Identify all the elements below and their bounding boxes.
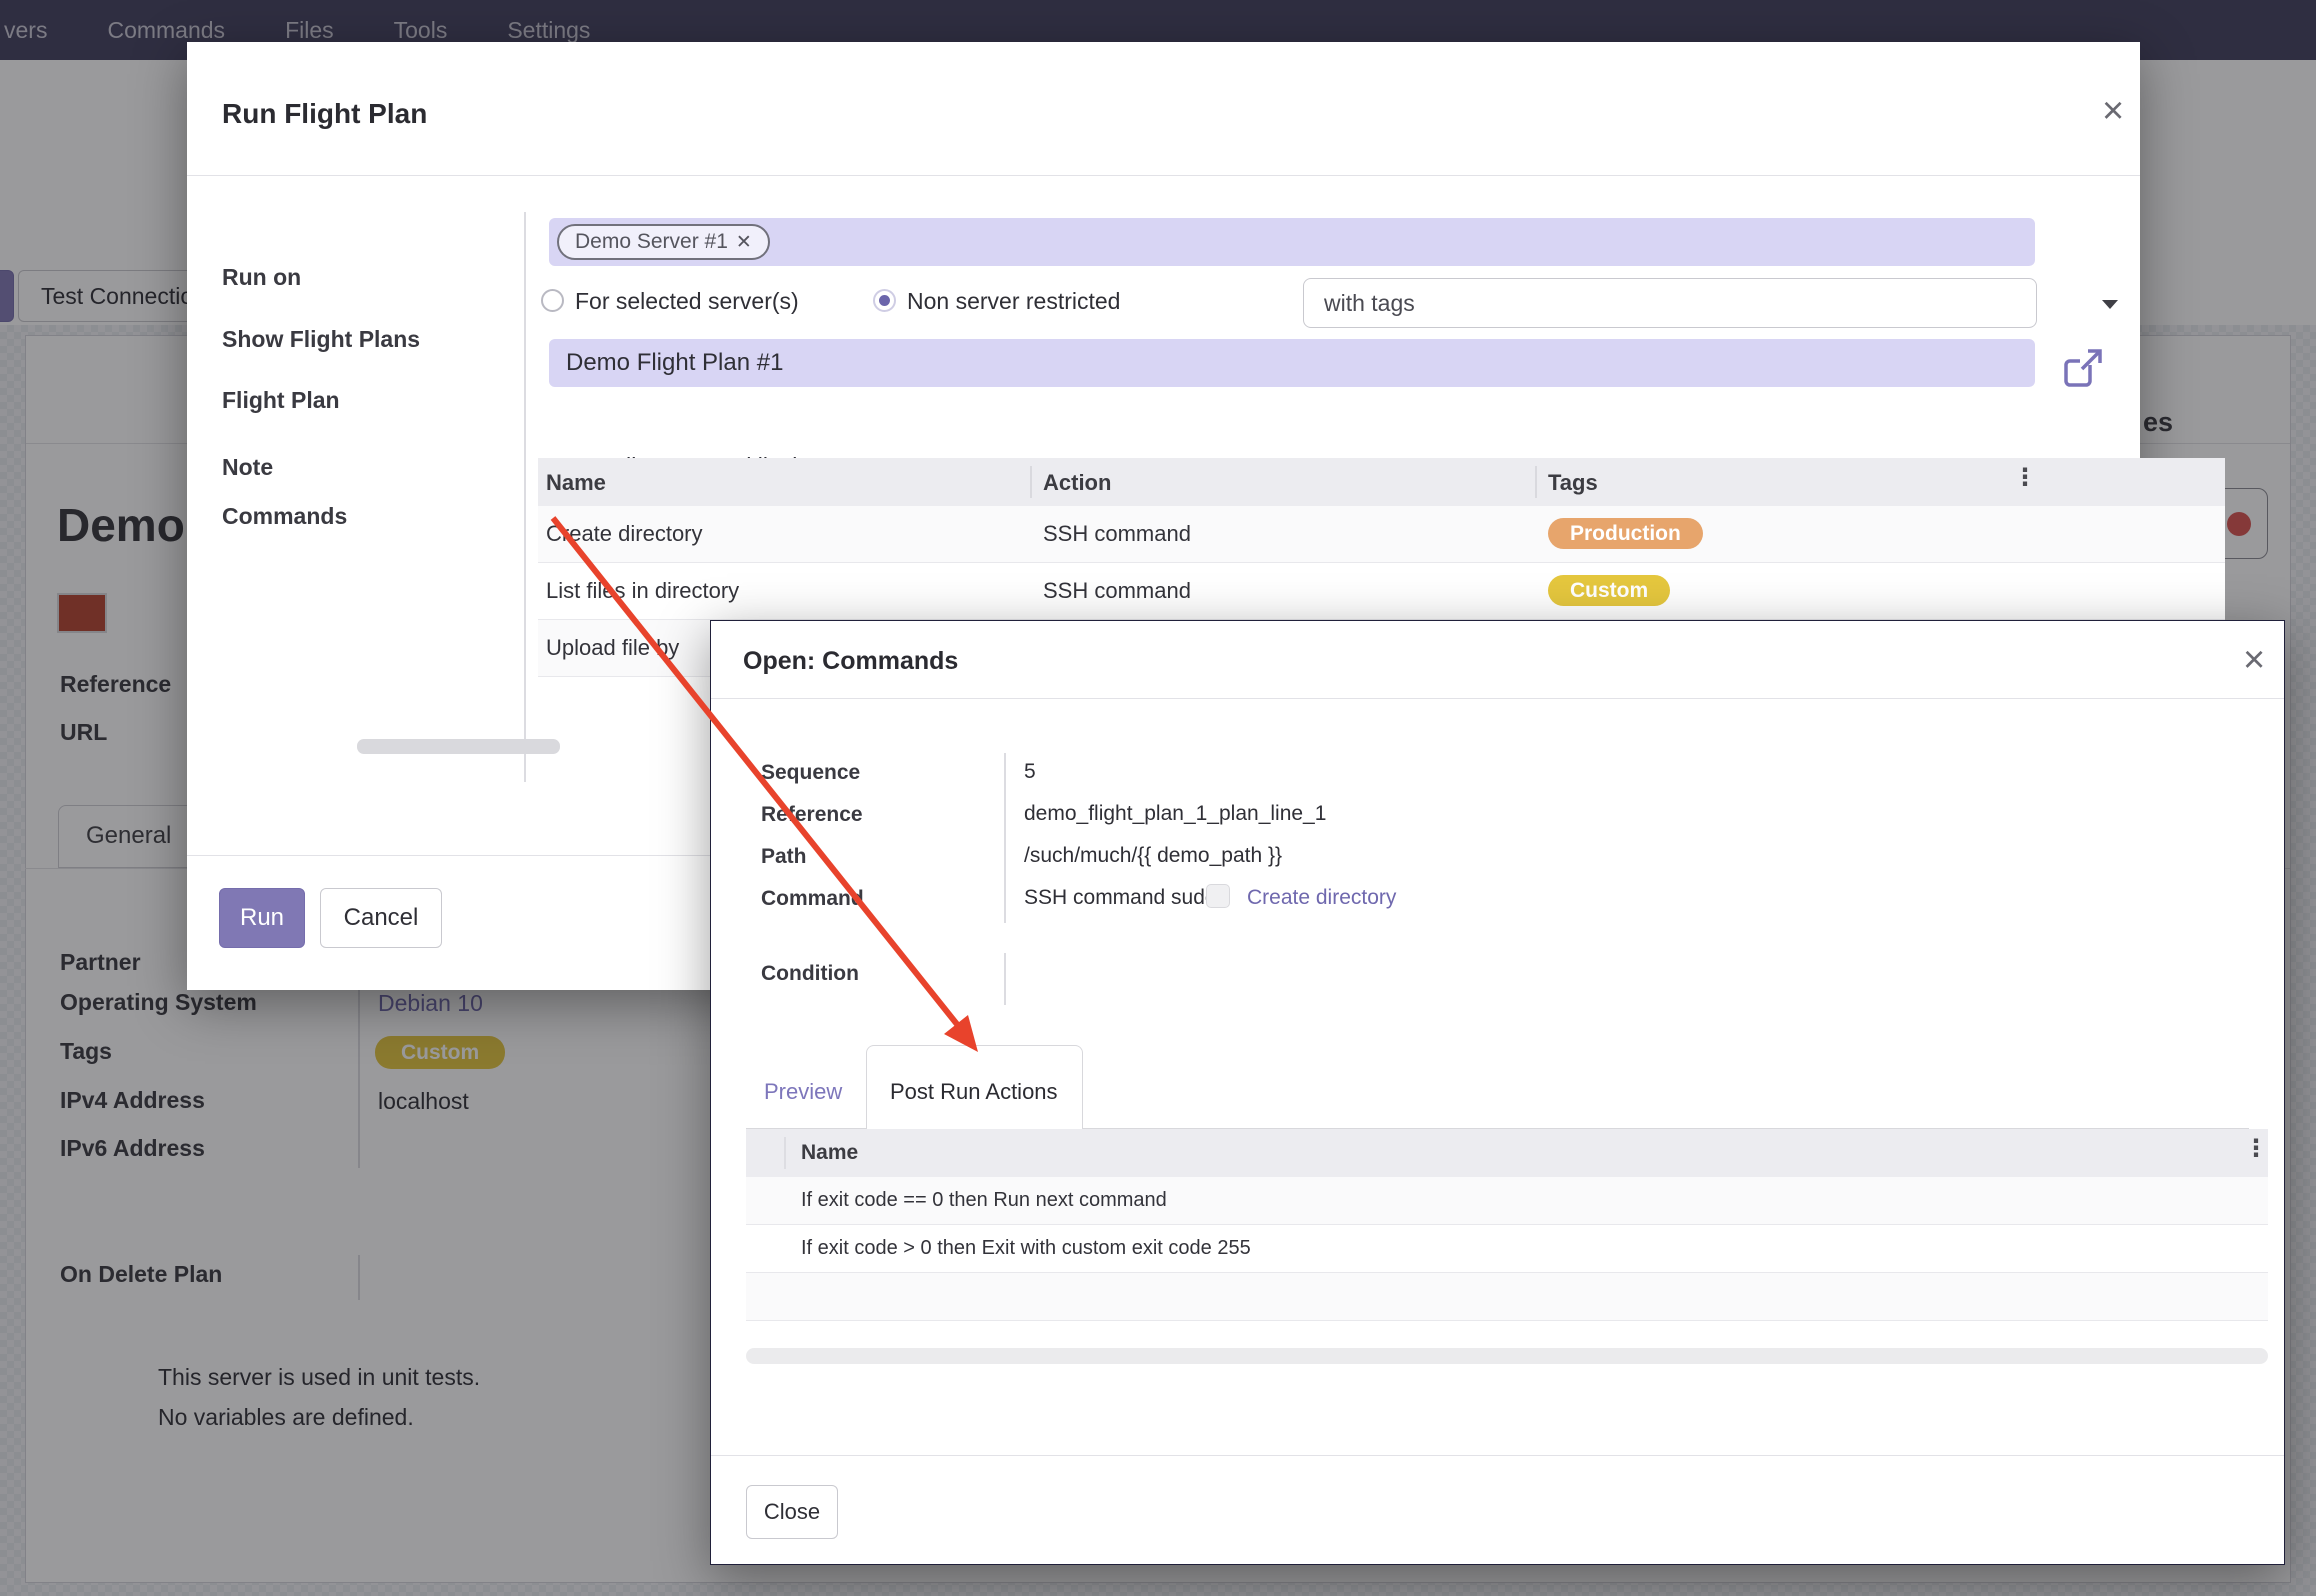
command-value: SSH command sudo [1024, 886, 1217, 910]
action-row-name: If exit code > 0 then Exit with custom e… [801, 1237, 1251, 1260]
run-button[interactable]: Run [219, 888, 305, 948]
with-tags-caret-icon [2102, 300, 2118, 309]
condition-label: Condition [761, 962, 859, 986]
flight-plan-select[interactable]: Demo Flight Plan #1 [549, 339, 2035, 387]
note-label: Note [222, 454, 273, 481]
run-modal-header-divider [187, 175, 2140, 176]
table-row-empty [746, 1273, 2268, 1321]
table-row[interactable]: If exit code > 0 then Exit with custom e… [746, 1225, 2268, 1273]
actions-table-header: Name ⋮ [746, 1129, 2268, 1177]
col-name[interactable]: Name [546, 470, 606, 496]
flight-plan-value: Demo Flight Plan #1 [566, 349, 783, 377]
table-row[interactable]: List files in directory SSH command Cust… [538, 563, 2225, 620]
commands-modal-header-divider [711, 698, 2284, 699]
reference-value: demo_flight_plan_1_plan_line_1 [1024, 802, 1326, 826]
sequence-value: 5 [1024, 760, 1036, 784]
row-action: SSH command [1043, 521, 1191, 547]
table-hscrollbar[interactable] [357, 739, 560, 754]
path-value: /such/much/{{ demo_path }} [1024, 844, 1282, 868]
run-on-tag-pill[interactable]: Demo Server #1 ✕ [557, 224, 770, 260]
table-options-icon[interactable]: ⋮ [2013, 473, 2037, 482]
create-directory-link[interactable]: Create directory [1247, 886, 1396, 910]
actions-col-name[interactable]: Name [801, 1141, 858, 1165]
open-commands-modal: Open: Commands × Sequence Reference Path… [710, 620, 2285, 1565]
with-tags-value: with tags [1324, 290, 1415, 317]
row-action: SSH command [1043, 578, 1191, 604]
row-tag-badge: Production [1548, 518, 1703, 549]
reference-label: Reference [761, 803, 863, 827]
actions-hscrollbar[interactable] [746, 1348, 2268, 1364]
path-label: Path [761, 845, 807, 869]
commands-table-header [538, 458, 2225, 506]
show-flight-plans-label: Show Flight Plans [222, 326, 420, 353]
radio-selected-dot [879, 295, 890, 306]
sudo-checkbox[interactable] [1206, 884, 1230, 908]
tag-remove-icon[interactable]: ✕ [736, 231, 752, 254]
radio-selected-servers-label[interactable]: For selected server(s) [575, 288, 799, 315]
close-button[interactable]: Close [746, 1485, 838, 1539]
tab-preview[interactable]: Preview [764, 1079, 842, 1105]
row-name: Upload file by [546, 635, 679, 661]
run-modal-title: Run Flight Plan [222, 98, 427, 130]
row-tag-badge: Custom [1548, 575, 1670, 606]
radio-selected-servers[interactable] [541, 289, 564, 312]
tab-post-run-actions-label: Post Run Actions [890, 1079, 1058, 1105]
radio-non-restricted-label[interactable]: Non server restricted [907, 288, 1120, 315]
cancel-button[interactable]: Cancel [320, 888, 442, 948]
row-name: Create directory [546, 521, 703, 547]
radio-non-restricted[interactable] [873, 289, 896, 312]
action-row-name: If exit code == 0 then Run next command [801, 1189, 1167, 1212]
commands-modal-footer-divider [711, 1455, 2284, 1456]
row-name: List files in directory [546, 578, 739, 604]
table-row[interactable]: Create directory SSH command Production [538, 506, 2225, 563]
actions-table-options-icon[interactable]: ⋮ [2244, 1144, 2268, 1153]
external-link-icon[interactable] [2062, 349, 2104, 389]
tab-post-run-actions[interactable]: Post Run Actions [866, 1045, 1083, 1129]
col-divider-1 [1030, 466, 1032, 498]
with-tags-select[interactable]: with tags [1303, 278, 2037, 328]
modal-label-divider [524, 212, 526, 782]
sequence-label: Sequence [761, 761, 860, 785]
run-modal-close-icon[interactable]: × [2102, 92, 2124, 130]
col-divider-2 [1535, 466, 1537, 498]
commands-label: Commands [222, 503, 347, 530]
fields-divider [1004, 753, 1006, 923]
run-on-label: Run on [222, 264, 301, 291]
table-row[interactable]: If exit code == 0 then Run next command [746, 1177, 2268, 1225]
flight-plan-label: Flight Plan [222, 387, 340, 414]
commands-modal-close-icon[interactable]: × [2243, 641, 2265, 679]
commands-modal-title: Open: Commands [743, 647, 958, 676]
condition-divider [1004, 953, 1006, 1005]
col-action[interactable]: Action [1043, 470, 1111, 496]
command-label: Command [761, 887, 864, 911]
run-on-tag-label: Demo Server #1 [575, 230, 728, 254]
run-on-select[interactable]: Demo Server #1 ✕ [549, 218, 2035, 266]
col-tags[interactable]: Tags [1548, 470, 1598, 496]
screen: vers Commands Files Tools Settings Test … [0, 0, 2316, 1596]
